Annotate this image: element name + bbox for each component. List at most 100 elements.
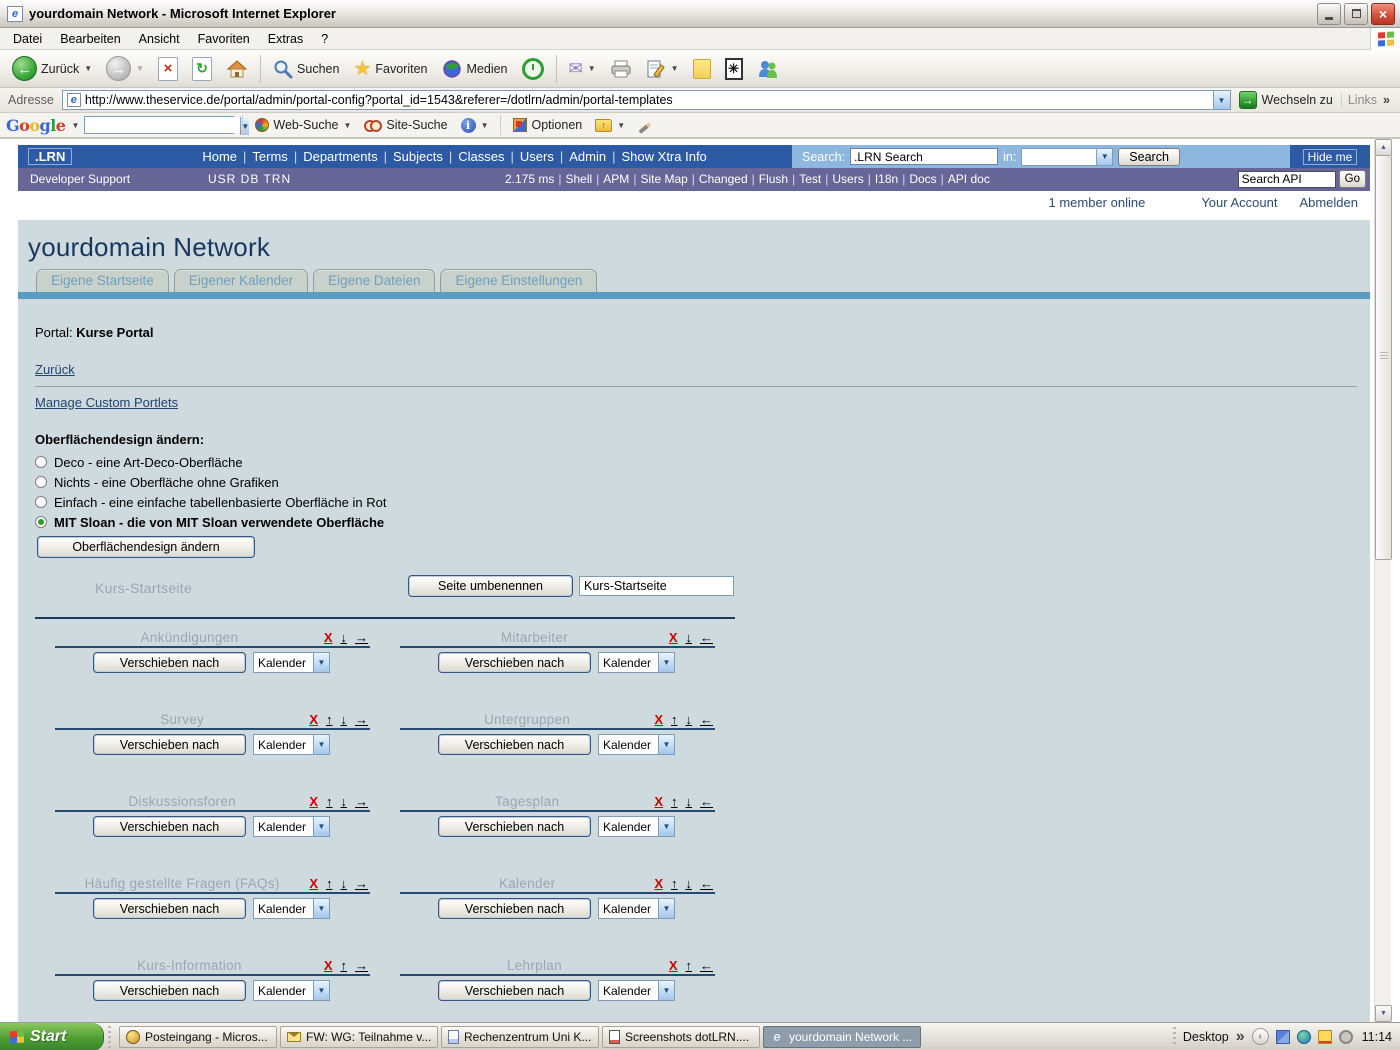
move-up-link[interactable]: ↑ [671, 876, 678, 891]
tray-grip[interactable] [1173, 1027, 1176, 1047]
move-left-link[interactable]: ← [700, 630, 713, 645]
move-right-link[interactable]: → [355, 630, 368, 645]
task-button[interactable]: eyourdomain Network ... [763, 1026, 921, 1048]
move-up-link[interactable]: ↑ [326, 712, 333, 727]
dev-link-users[interactable]: Users [832, 172, 863, 186]
move-down-link[interactable]: ↓ [341, 712, 348, 727]
dev-link-test[interactable]: Test [799, 172, 821, 186]
nav-link-admin[interactable]: Admin [567, 149, 608, 164]
dev-link-changed[interactable]: Changed [699, 172, 748, 186]
home-button[interactable] [220, 53, 254, 85]
move-to-button[interactable]: Verschieben nach [438, 652, 591, 673]
move-to-button[interactable]: Verschieben nach [438, 734, 591, 755]
api-go-button[interactable]: Go [1339, 170, 1366, 188]
nav-link-departments[interactable]: Departments [301, 149, 379, 164]
dev-link-shell[interactable]: Shell [565, 172, 592, 186]
menu-item-favoriten[interactable]: Favoriten [189, 30, 259, 48]
remove-portlet-link[interactable]: X [654, 712, 663, 727]
move-target-select[interactable]: Kalender▼ [253, 898, 330, 919]
dev-link-apm[interactable]: APM [603, 172, 629, 186]
highlight-button[interactable] [634, 120, 656, 130]
radio-button[interactable] [35, 456, 47, 468]
back-link[interactable]: Zurück [35, 362, 75, 377]
desktop-toolbar[interactable]: Desktop [1183, 1030, 1229, 1044]
menu-item-ansicht[interactable]: Ansicht [130, 30, 189, 48]
logout-link[interactable]: Abmelden [1299, 195, 1358, 210]
task-button[interactable]: FW: WG: Teilnahme v... [280, 1026, 438, 1048]
radio-button[interactable] [35, 516, 47, 528]
move-to-button[interactable]: Verschieben nach [93, 734, 246, 755]
nav-link-subjects[interactable]: Subjects [391, 149, 445, 164]
folder-up-button[interactable]: ↑ ▼ [591, 119, 629, 132]
move-up-link[interactable]: ↑ [686, 958, 693, 973]
lrn-search-button[interactable]: Search [1118, 148, 1180, 166]
network-tray-icon[interactable] [1276, 1030, 1290, 1044]
move-to-button[interactable]: Verschieben nach [438, 816, 591, 837]
scroll-down-icon[interactable]: ▼ [1375, 1005, 1392, 1022]
move-to-button[interactable]: Verschieben nach [93, 980, 246, 1001]
restore-button[interactable] [1344, 3, 1368, 25]
remove-portlet-link[interactable]: X [654, 794, 663, 809]
move-left-link[interactable]: ← [700, 876, 713, 891]
go-button[interactable]: → Wechseln zu [1231, 91, 1341, 109]
minimize-button[interactable] [1317, 3, 1341, 25]
site-search-button[interactable]: Site-Suche [360, 118, 451, 132]
search-button[interactable]: Suchen [267, 53, 345, 85]
radio-button[interactable] [35, 496, 47, 508]
google-logo[interactable]: Google [6, 116, 65, 135]
move-right-link[interactable]: → [355, 958, 368, 973]
task-button[interactable]: Rechenzentrum Uni K... [441, 1026, 599, 1048]
dev-link-site-map[interactable]: Site Map [640, 172, 687, 186]
menu-item-bearbeiten[interactable]: Bearbeiten [51, 30, 129, 48]
update-tray-icon[interactable] [1339, 1030, 1353, 1044]
remove-portlet-link[interactable]: X [669, 958, 678, 973]
scroll-up-icon[interactable]: ▲ [1375, 139, 1392, 156]
move-down-link[interactable]: ↓ [341, 876, 348, 891]
move-down-link[interactable]: ↓ [686, 794, 693, 809]
dev-link-api-doc[interactable]: API doc [948, 172, 990, 186]
move-target-select[interactable]: Kalender▼ [253, 980, 330, 1001]
move-left-link[interactable]: ← [700, 794, 713, 809]
media-button[interactable]: Medien [436, 53, 514, 85]
move-target-select[interactable]: Kalender▼ [598, 652, 675, 673]
move-target-select[interactable]: Kalender▼ [598, 898, 675, 919]
move-to-button[interactable]: Verschieben nach [93, 816, 246, 837]
remove-portlet-link[interactable]: X [654, 876, 663, 891]
remove-portlet-link[interactable]: X [324, 630, 333, 645]
dev-link-flush[interactable]: Flush [759, 172, 788, 186]
move-target-select[interactable]: Kalender▼ [253, 816, 330, 837]
remove-portlet-link[interactable]: X [309, 794, 318, 809]
history-button[interactable] [516, 53, 550, 85]
tab-eigener-kalender[interactable]: Eigener Kalender [174, 269, 308, 292]
menu-item-?[interactable]: ? [312, 30, 337, 48]
task-button[interactable]: Screenshots dotLRN.... [602, 1026, 760, 1048]
realplayer-button[interactable]: ✳ [719, 53, 749, 85]
nav-link-terms[interactable]: Terms [250, 149, 289, 164]
web-search-button[interactable]: Web-Suche ▼ [251, 118, 355, 132]
edit-dropdown-icon[interactable]: ▼ [671, 64, 679, 73]
your-account-link[interactable]: Your Account [1201, 195, 1277, 210]
messenger-button[interactable] [751, 53, 785, 85]
remove-portlet-link[interactable]: X [669, 630, 678, 645]
scrollbar-thumb[interactable] [1375, 155, 1392, 560]
menu-item-extras[interactable]: Extras [259, 30, 312, 48]
favorites-button[interactable]: ★ Favoriten [347, 53, 433, 85]
dev-link-i18n[interactable]: I18n [875, 172, 898, 186]
move-up-link[interactable]: ↑ [326, 794, 333, 809]
move-right-link[interactable]: → [355, 876, 368, 891]
back-button[interactable]: ← Zurück ▼ [6, 53, 98, 85]
globe-tray-icon[interactable] [1297, 1030, 1311, 1044]
move-to-button[interactable]: Verschieben nach [93, 652, 246, 673]
desktop-chevron-icon[interactable]: » [1236, 1028, 1245, 1046]
links-toolbar[interactable]: Links » [1341, 93, 1396, 107]
nav-link-show-xtra-info[interactable]: Show Xtra Info [620, 149, 709, 164]
tray-collapse-button[interactable]: ‹ [1252, 1028, 1269, 1045]
move-down-link[interactable]: ↓ [686, 876, 693, 891]
move-down-link[interactable]: ↓ [341, 630, 348, 645]
options-button[interactable]: Optionen [509, 118, 586, 132]
close-button[interactable]: × [1371, 3, 1395, 25]
mail-button[interactable]: ✉ ▼ [563, 53, 602, 85]
move-left-link[interactable]: ← [700, 958, 713, 973]
alert-tray-icon[interactable] [1318, 1030, 1332, 1044]
hide-me-link[interactable]: Hide me [1290, 145, 1370, 168]
